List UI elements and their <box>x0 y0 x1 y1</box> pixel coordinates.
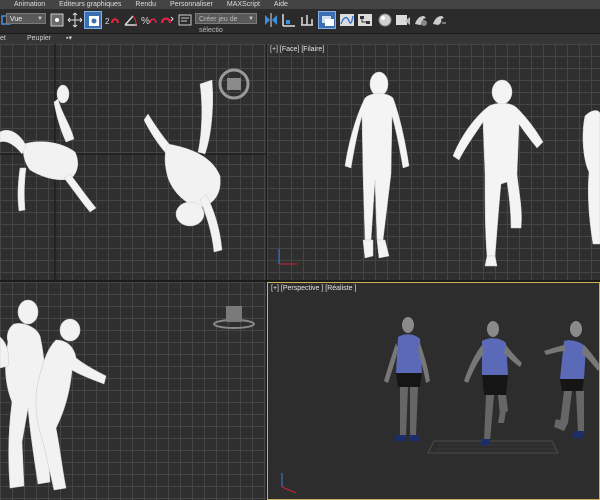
reference-coordinate-dropdown[interactable]: Vue ▼ <box>6 13 46 24</box>
menu-animation[interactable]: Animation <box>0 0 52 9</box>
axis-tripod-icon <box>278 249 297 265</box>
menu-graph-editors[interactable]: Editeurs graphiques <box>52 0 128 9</box>
svg-text:%: % <box>141 16 150 27</box>
mirror-icon[interactable] <box>262 11 280 29</box>
character-model <box>464 321 522 445</box>
menu-help[interactable]: Aide <box>267 0 295 9</box>
character-wireframe <box>0 84 97 213</box>
axis-tripod-icon <box>281 473 297 494</box>
named-selection-sets-dropdown[interactable]: Créer jeu de sélectio ▼ <box>195 13 257 34</box>
main-toolbar: Vue ▼ 2 % Créer jeu de sélectio ▼ <box>0 9 600 34</box>
character-model <box>384 317 430 441</box>
viewport-top[interactable] <box>0 44 266 280</box>
select-manipulate-icon[interactable] <box>84 11 102 29</box>
spinner-snap-icon[interactable] <box>158 11 176 29</box>
ground-grid <box>427 440 559 454</box>
material-editor-icon[interactable] <box>376 11 394 29</box>
menu-customize[interactable]: Personnaliser <box>163 0 220 9</box>
ribbon-options-icon[interactable]: ▪▾ <box>66 34 72 44</box>
chevron-down-icon: ▼ <box>248 16 254 22</box>
character-wireframe <box>143 79 223 253</box>
edit-named-selection-icon[interactable] <box>176 11 194 29</box>
named-selection-sets-placeholder: Créer jeu de sélectio <box>199 16 238 34</box>
layer-explorer-icon[interactable] <box>318 11 336 29</box>
move-icon[interactable] <box>66 11 84 29</box>
chevron-down-icon: ▼ <box>37 16 43 22</box>
menu-bar: Animation Editeurs graphiques Rendu Pers… <box>0 0 600 9</box>
schematic-view-icon[interactable] <box>356 11 374 29</box>
render-production-icon[interactable] <box>430 11 448 29</box>
ribbon-tab-populate[interactable]: Peupler <box>27 34 51 44</box>
svg-text:2: 2 <box>105 17 110 26</box>
menu-rendering[interactable]: Rendu <box>128 0 163 9</box>
snap-2d-icon[interactable]: 2 <box>104 11 122 29</box>
rendered-frame-window-icon[interactable] <box>412 11 430 29</box>
pivot-center-icon[interactable] <box>48 11 66 29</box>
ribbon-tab-left[interactable]: et <box>0 34 6 44</box>
align-icon[interactable] <box>280 11 298 29</box>
align-options-icon[interactable] <box>298 11 316 29</box>
viewport-perspective[interactable]: [+] [Perspective ] [Réaliste ] <box>267 282 600 500</box>
viewcube-icon <box>218 68 250 100</box>
viewport-left-scene <box>0 299 255 491</box>
angle-snap-icon[interactable] <box>122 11 140 29</box>
character-wireframe <box>582 110 600 245</box>
viewport-perspective-scene <box>281 317 599 494</box>
render-setup-icon[interactable] <box>394 11 412 29</box>
curve-editor-icon[interactable] <box>338 11 356 29</box>
ribbon-bar: et Peupler ▪▾ <box>0 34 600 44</box>
character-wireframe <box>452 79 544 267</box>
viewport-front[interactable]: [+] [Face] [Filaire] <box>267 44 600 280</box>
viewport-left[interactable] <box>0 282 266 500</box>
viewport-top-scene <box>0 44 266 280</box>
viewport-front-scene <box>278 71 600 267</box>
menu-maxscript[interactable]: MAXScript <box>220 0 267 9</box>
character-wireframe <box>344 71 410 259</box>
character-model <box>544 321 599 439</box>
viewcube-icon <box>213 306 255 329</box>
reference-coordinate-value: Vue <box>10 16 23 23</box>
percent-snap-icon[interactable]: % <box>140 11 158 29</box>
